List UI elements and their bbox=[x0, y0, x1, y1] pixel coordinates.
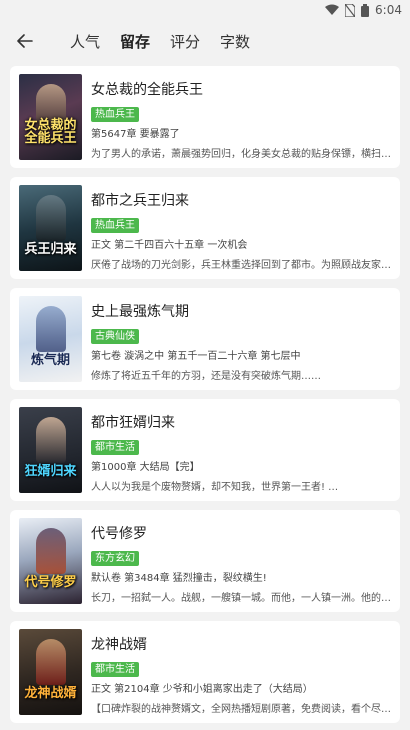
genre-tag: 东方玄幻 bbox=[91, 551, 139, 566]
genre-tag: 热血兵王 bbox=[91, 218, 139, 233]
genre-tag: 古典仙侠 bbox=[91, 329, 139, 344]
book-title: 史上最强炼气期 bbox=[91, 304, 189, 320]
latest-chapter: 默认卷 第3484章 猛烈撞击，裂纹横生! bbox=[91, 573, 267, 584]
book-card[interactable]: 兵王归来 都市之兵王归来 热血兵王 正文 第二千四百六十五章 一次机会 厌倦了战… bbox=[10, 177, 400, 279]
book-card[interactable]: 女总裁的全能兵王 女总裁的全能兵王 热血兵王 第5647章 要暴露了 为了男人的… bbox=[10, 66, 400, 168]
book-card[interactable]: 狂婿归来 都市狂婿归来 都市生活 第1000章 大结局【完】 人人以为我是个废物… bbox=[10, 399, 400, 501]
book-description: 【口碑炸裂的战神赘婿文，全网热播短剧原著，免费阅读，看个尽兴】… bbox=[91, 704, 391, 715]
cover-title: 炼气期 bbox=[30, 353, 70, 369]
status-time: 6:04 bbox=[375, 3, 402, 17]
cover-title: 龙神战婿 bbox=[24, 686, 77, 702]
tab-retention[interactable]: 留存 bbox=[110, 20, 160, 62]
cover-title: 狂婿归来 bbox=[24, 464, 77, 480]
genre-tag: 热血兵王 bbox=[91, 107, 139, 122]
latest-chapter: 第1000章 大结局【完】 bbox=[91, 462, 200, 473]
arrow-left-icon bbox=[17, 34, 33, 48]
book-title: 都市之兵王归来 bbox=[91, 193, 189, 209]
tab-word-count[interactable]: 字数 bbox=[210, 20, 260, 62]
latest-chapter: 第七卷 漩涡之中 第五千一百二十六章 第七层中 bbox=[91, 351, 301, 362]
book-card[interactable]: 炼气期 史上最强炼气期 古典仙侠 第七卷 漩涡之中 第五千一百二十六章 第七层中… bbox=[10, 288, 400, 390]
book-card[interactable]: 龙神战婿 龙神战婿 都市生活 正文 第2104章 少爷和小姐离家出走了（大结局）… bbox=[10, 621, 400, 723]
header: 人气 留存 评分 字数 bbox=[0, 20, 410, 62]
cover-title: 兵王归来 bbox=[24, 242, 77, 258]
latest-chapter: 第5647章 要暴露了 bbox=[91, 129, 180, 140]
book-cover: 兵王归来 bbox=[19, 185, 82, 271]
book-description: 修炼了将近五千年的方羽，还是没有突破炼气期…… bbox=[91, 371, 321, 382]
cover-title: 女总裁的全能兵王 bbox=[24, 117, 77, 147]
genre-tag: 都市生活 bbox=[91, 440, 139, 455]
book-cover: 女总裁的全能兵王 bbox=[19, 74, 82, 160]
book-description: 厌倦了战场的刀光剑影，兵王林重选择回到了都市。为照顾战友家人，他… bbox=[91, 260, 391, 271]
tab-rating[interactable]: 评分 bbox=[160, 20, 210, 62]
latest-chapter: 正文 第二千四百六十五章 一次机会 bbox=[91, 240, 248, 251]
book-card[interactable]: 代号修罗 代号修罗 东方玄幻 默认卷 第3484章 猛烈撞击，裂纹横生! 长刀，… bbox=[10, 510, 400, 612]
back-button[interactable] bbox=[10, 26, 40, 56]
book-description: 人人以为我是个废物赘婿，却不知我，世界第一王者! … bbox=[91, 482, 339, 493]
book-cover: 龙神战婿 bbox=[19, 629, 82, 715]
cover-title: 代号修罗 bbox=[24, 575, 77, 591]
no-sim-icon bbox=[345, 3, 356, 17]
book-description: 长刀，一招弑一人。战舰，一艘镇一城。而他，一人镇一洲。他的封号，… bbox=[91, 593, 391, 604]
book-title: 女总裁的全能兵王 bbox=[91, 82, 203, 98]
book-title: 都市狂婿归来 bbox=[91, 415, 175, 431]
battery-icon bbox=[361, 3, 370, 17]
book-cover: 狂婿归来 bbox=[19, 407, 82, 493]
book-list: 女总裁的全能兵王 女总裁的全能兵王 热血兵王 第5647章 要暴露了 为了男人的… bbox=[0, 62, 410, 723]
book-title: 龙神战婿 bbox=[91, 637, 147, 653]
book-description: 为了男人的承诺，萧晨强势回归，化身美女总裁的贴身保镖，横扫八方之… bbox=[91, 149, 391, 160]
status-bar: 6:04 bbox=[0, 0, 410, 20]
latest-chapter: 正文 第2104章 少爷和小姐离家出走了（大结局） bbox=[91, 684, 313, 695]
book-title: 代号修罗 bbox=[91, 526, 147, 542]
tab-popularity[interactable]: 人气 bbox=[60, 20, 110, 62]
genre-tag: 都市生活 bbox=[91, 662, 139, 677]
sort-tabs: 人气 留存 评分 字数 bbox=[60, 20, 260, 62]
book-cover: 代号修罗 bbox=[19, 518, 82, 604]
wifi-icon bbox=[325, 4, 340, 15]
book-cover: 炼气期 bbox=[19, 296, 82, 382]
